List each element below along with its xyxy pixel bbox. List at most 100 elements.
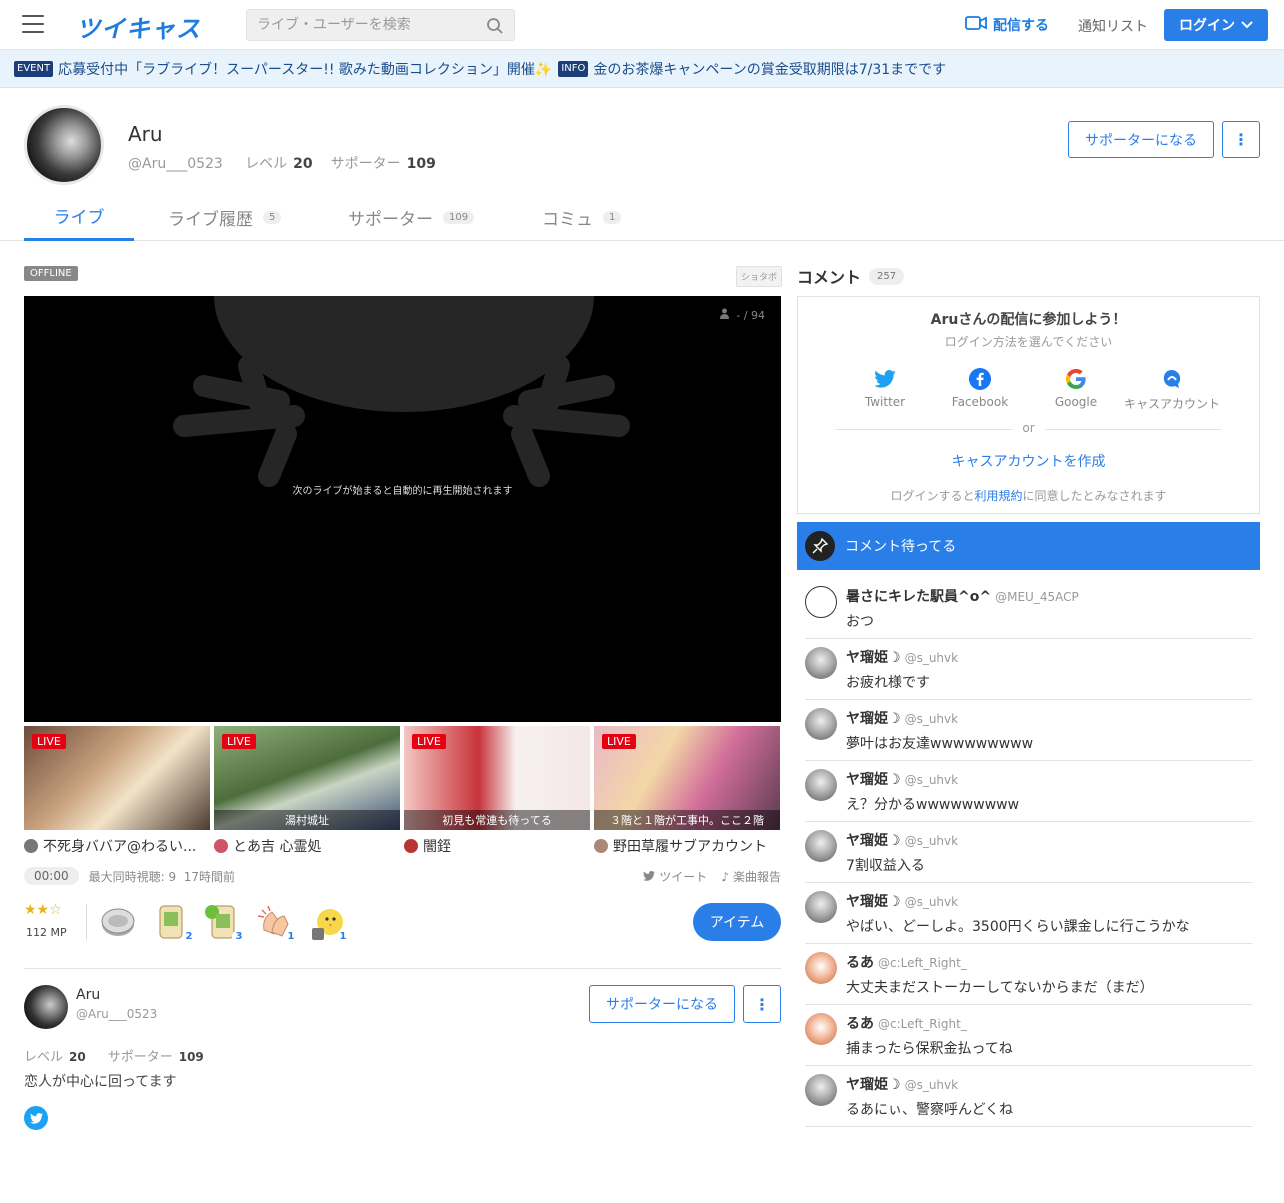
commenter-avatar[interactable] [805,952,837,984]
about-name: Aru [76,987,101,1003]
gift-count: 1 [284,930,298,944]
terms-notice: ログインすると利用規約に同意したとみなされます [798,487,1259,504]
commenter-name[interactable]: るあ @c:Left_Right_ [846,952,967,972]
thumb-user: 不死身ババア@わるい... [43,839,197,855]
tab-supporters[interactable]: サポーター 109 [348,193,475,241]
twitter-profile-icon[interactable] [24,1106,48,1130]
offline-mascot-illustration [173,296,630,487]
profile-avatar[interactable] [24,105,104,185]
profile-meta: @Aru___0523 レベル 20 サポーター 109 [128,153,454,173]
commenter-avatar[interactable] [805,647,837,679]
twitter-login-button[interactable]: Twitter [835,367,935,409]
clap-gift-icon[interactable]: 1 [256,902,298,944]
commenter-display-name: るあ [846,1016,874,1032]
commenter-avatar[interactable] [805,891,837,923]
commenter-avatar[interactable] [805,586,837,618]
cas-account-login-button[interactable]: キャスアカウント [1122,367,1222,412]
tab-community-label: コミュ [542,209,593,230]
comment-text: お疲れ様です [846,675,930,691]
commenter-display-name: ヤ瑠姫☽ [846,711,901,727]
live-thumb[interactable]: LIVE 湯村城址 とあ吉 心霊処 [214,726,400,856]
comment-item: ヤ瑠姫☽ @s_uhvk るあにぃ、警察呼んどくね [805,1066,1252,1127]
event-link[interactable]: 応募受付中「ラブライブ！スーパースター!! 歌みた動画コレクション」開催✨ [58,59,552,79]
profile-tabs: ライブ ライブ履歴 5 サポーター 109 コミュ 1 [0,193,1284,241]
live-thumb[interactable]: LIVE 初見も常連も待ってる 闇銍 [404,726,590,856]
commenter-avatar[interactable] [805,708,837,740]
video-player[interactable]: - / 94 次のライブが始まると自動的に再生開始されます [24,296,781,722]
live-thumb[interactable]: LIVE 不死身ババア@わるい... [24,726,210,856]
tea-gift-icon[interactable]: 2 [154,902,196,944]
become-supporter-button[interactable]: サポーターになる [1068,121,1214,158]
announcement-banner: EVENT 応募受付中「ラブライブ！スーパースター!! 歌みた動画コレクション」… [0,50,1284,88]
login-label: ログイン [1179,18,1235,34]
commenter-name[interactable]: 暑さにキレた駅員^o^ @MEU_45ACP [846,586,1079,606]
more-options-icon[interactable]: ⋮ [1222,121,1260,158]
commenter-avatar[interactable] [805,830,837,862]
broadcast-button[interactable]: 配信する [965,15,1049,35]
tab-live[interactable]: ライブ [24,193,134,241]
commenter-avatar[interactable] [805,1013,837,1045]
category-badge[interactable]: ショタボ [736,266,783,287]
login-prompt-box: Aruさんの配信に参加しよう！ ログイン方法を選んでください Twitter F… [797,296,1260,514]
or-divider: or [798,421,1259,435]
terms-link[interactable]: 利用規約 [974,489,1022,503]
live-thumb[interactable]: LIVE ３階と１階が工事中。ここ２階 野田草履サブアカウント [594,726,780,856]
commenter-avatar[interactable] [805,1074,837,1106]
supporter-count: 109 [178,1050,204,1064]
chick-gift-icon[interactable]: 1 [308,902,350,944]
google-login-button[interactable]: Google [1026,367,1126,409]
commenter-name[interactable]: ヤ瑠姫☽ @s_uhvk [846,1074,958,1094]
info-link[interactable]: 金のお茶爆キャンペーンの賞金受取期限は7/31までです [593,59,946,79]
commenter-id: @s_uhvk [904,773,959,787]
about-avatar[interactable] [24,985,68,1029]
search-icon[interactable] [486,17,504,39]
hamburger-menu-icon[interactable] [22,15,44,33]
thumb-title: とあ吉 心霊処 [214,836,400,856]
star-rating-icon: ★★☆ [24,902,62,918]
about-meta: レベル 20 サポーター 109 [24,1046,226,1065]
item-button[interactable]: アイテム [693,903,781,941]
about-id: @Aru___0523 [76,1007,158,1021]
song-report-link[interactable]: ♪ 楽曲報告 [721,868,781,885]
login-button[interactable]: ログイン [1164,9,1268,41]
search-input[interactable] [247,10,477,40]
time-ago: 17時間前 [183,869,236,884]
tea-10-gift-icon[interactable]: 3 [204,902,246,944]
person-icon [719,308,730,322]
comment-list[interactable]: 暑さにキレた駅員^o^ @MEU_45ACP おつ ヤ瑠姫☽ @s_uhvk お疲れ様です… [797,578,1260,1140]
live-badge: LIVE [32,734,66,749]
tweet-link[interactable]: ツイート [643,868,707,885]
gift-count: 3 [232,930,246,944]
elapsed-time: 00:00 [24,867,79,885]
facebook-login-button[interactable]: Facebook [930,367,1030,409]
profile-name: Aru [128,122,163,146]
commenter-id: @MEU_45ACP [995,590,1079,604]
commenter-display-name: るあ [846,955,874,971]
commenter-name[interactable]: ヤ瑠姫☽ @s_uhvk [846,830,958,850]
become-supporter-button-2[interactable]: サポーターになる [589,985,735,1023]
coin-gift-icon[interactable] [98,902,138,942]
pinned-comment[interactable]: コメント待ってる [797,522,1260,570]
commenter-name[interactable]: ヤ瑠姫☽ @s_uhvk [846,769,958,789]
site-logo[interactable]: ツイキャス [76,9,201,44]
commenter-name[interactable]: ヤ瑠姫☽ @s_uhvk [846,708,958,728]
gift-count: 2 [182,930,196,944]
tab-supporters-count: 109 [443,210,475,224]
more-options-icon-2[interactable]: ⋮ [743,985,781,1023]
commenter-name[interactable]: ヤ瑠姫☽ @s_uhvk [846,891,958,911]
cas-account-icon [1122,367,1222,391]
level-value: 20 [293,156,313,172]
tab-history[interactable]: ライブ履歴 5 [168,193,282,241]
tab-community[interactable]: コミュ 1 [542,193,622,241]
thumb-caption: ３階と１階が工事中。ここ２階 [594,810,780,830]
commenter-name[interactable]: るあ @c:Left_Right_ [846,1013,967,1033]
thumb-user: とあ吉 心霊処 [233,839,322,855]
notify-list-link[interactable]: 通知リスト [1078,16,1148,36]
comment-item: 暑さにキレた駅員^o^ @MEU_45ACP おつ [805,578,1252,639]
create-account-link[interactable]: キャスアカウントを作成 [798,451,1259,471]
commenter-name[interactable]: ヤ瑠姫☽ @s_uhvk [846,647,958,667]
chevron-down-icon [1241,17,1253,33]
commenter-avatar[interactable] [805,769,837,801]
tab-live-label: ライブ [53,208,105,228]
join-subtitle: ログイン方法を選んでください [944,335,1113,349]
